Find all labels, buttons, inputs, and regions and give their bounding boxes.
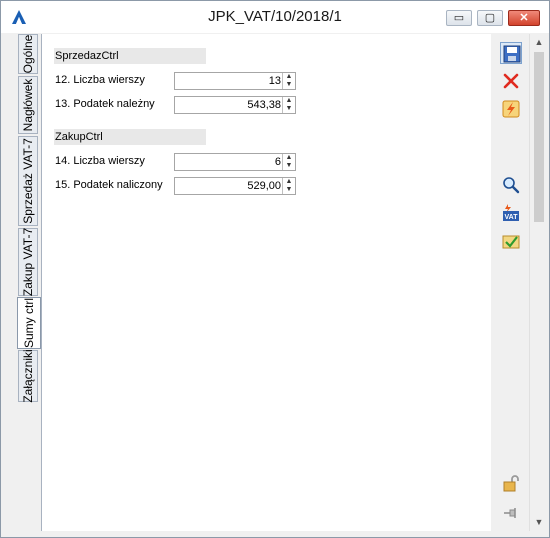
tab-sprzedaz-vat7[interactable]: Sprzedaż VAT-7 [18, 136, 38, 226]
save-button[interactable] [500, 42, 522, 64]
scroll-down-icon[interactable]: ▼ [530, 514, 548, 531]
unlock-icon [503, 475, 519, 492]
scroll-up-icon[interactable]: ▲ [530, 34, 548, 51]
field-label: 14. Liczba wierszy [55, 155, 145, 167]
field-label: 13. Podatek należny [55, 98, 155, 110]
spin-up-icon[interactable]: ▲ [283, 178, 295, 186]
pin-button[interactable] [500, 502, 522, 524]
spin-down-icon[interactable]: ▼ [283, 186, 295, 194]
spin-control[interactable]: ▲ ▼ [282, 154, 295, 170]
purchase-row-count-field[interactable]: 6 ▲ ▼ [174, 153, 296, 171]
tab-sumy-ctrl[interactable]: Sumy ctrl [17, 297, 41, 349]
field-value: 13 [268, 75, 281, 87]
pin-icon [504, 508, 516, 518]
svg-text:VAT: VAT [505, 214, 519, 221]
field-label: 15. Podatek naliczony [55, 179, 163, 191]
vat-icon: VAT [503, 204, 519, 221]
tab-label: Zakup VAT-7 [21, 227, 35, 297]
spin-control[interactable]: ▲ ▼ [282, 73, 295, 89]
sales-section-header: SprzedazCtrl [54, 48, 206, 64]
generate-button[interactable] [500, 98, 522, 120]
maximize-icon: ▢ [484, 12, 496, 24]
close-button[interactable]: ✕ [508, 10, 540, 26]
spin-up-icon[interactable]: ▲ [283, 73, 295, 81]
tab-label: Sprzedaż VAT-7 [21, 138, 35, 224]
field-value: 529,00 [247, 180, 281, 192]
maximize-button[interactable]: ▢ [477, 10, 503, 26]
control-sums-panel: SprzedazCtrl 12. Liczba wierszy 13 ▲ ▼ 13… [41, 34, 491, 531]
tab-label: Nagłówek [21, 78, 35, 132]
unlock-button[interactable] [500, 472, 522, 494]
spin-down-icon[interactable]: ▼ [283, 162, 295, 170]
magnifier-icon [503, 177, 520, 194]
cancel-button[interactable] [500, 70, 522, 92]
field-value: 543,38 [247, 99, 281, 111]
minimize-button[interactable]: ▭ [446, 10, 472, 26]
tab-naglowek[interactable]: Nagłówek [18, 76, 38, 134]
tab-zakup-vat7[interactable]: Zakup VAT-7 [18, 228, 38, 296]
approve-icon [502, 235, 520, 249]
spin-down-icon[interactable]: ▼ [283, 105, 295, 113]
preview-button[interactable] [500, 174, 522, 196]
title-bar[interactable]: JPK_VAT/10/2018/1 ▭ ▢ ✕ [1, 1, 549, 33]
save-icon [503, 45, 521, 63]
document-window: JPK_VAT/10/2018/1 ▭ ▢ ✕ Ogólne Nagłówek … [0, 0, 550, 538]
tab-ogolne[interactable]: Ogólne [18, 34, 38, 74]
spin-down-icon[interactable]: ▼ [283, 81, 295, 89]
input-tax-field[interactable]: 529,00 ▲ ▼ [174, 177, 296, 195]
field-label: 12. Liczba wierszy [55, 74, 145, 86]
vat-calc-button[interactable]: VAT [500, 202, 522, 224]
output-tax-field[interactable]: 543,38 ▲ ▼ [174, 96, 296, 114]
spin-control[interactable]: ▲ ▼ [282, 178, 295, 194]
side-tab-strip: Ogólne Nagłówek Sprzedaż VAT-7 Zakup VAT… [14, 34, 42, 534]
action-toolbar: VAT [491, 34, 529, 531]
scroll-thumb[interactable] [534, 52, 544, 222]
tab-zalaczniki[interactable]: Załączniki [18, 349, 38, 403]
lightning-icon [502, 100, 520, 118]
purchase-section-header: ZakupCtrl [54, 129, 206, 145]
spin-up-icon[interactable]: ▲ [283, 154, 295, 162]
spin-up-icon[interactable]: ▲ [283, 97, 295, 105]
approve-button[interactable] [500, 230, 522, 252]
tab-label: Ogólne [21, 34, 35, 74]
field-value: 6 [274, 156, 281, 168]
sales-row-count-field[interactable]: 13 ▲ ▼ [174, 72, 296, 90]
tab-label: Załączniki [21, 349, 35, 403]
minimize-icon: ▭ [453, 12, 465, 24]
vertical-scrollbar[interactable]: ▲ ▼ [529, 34, 548, 531]
tab-label: Sumy ctrl [22, 297, 36, 349]
cancel-icon [503, 73, 519, 89]
close-icon: ✕ [519, 12, 529, 24]
spin-control[interactable]: ▲ ▼ [282, 97, 295, 113]
